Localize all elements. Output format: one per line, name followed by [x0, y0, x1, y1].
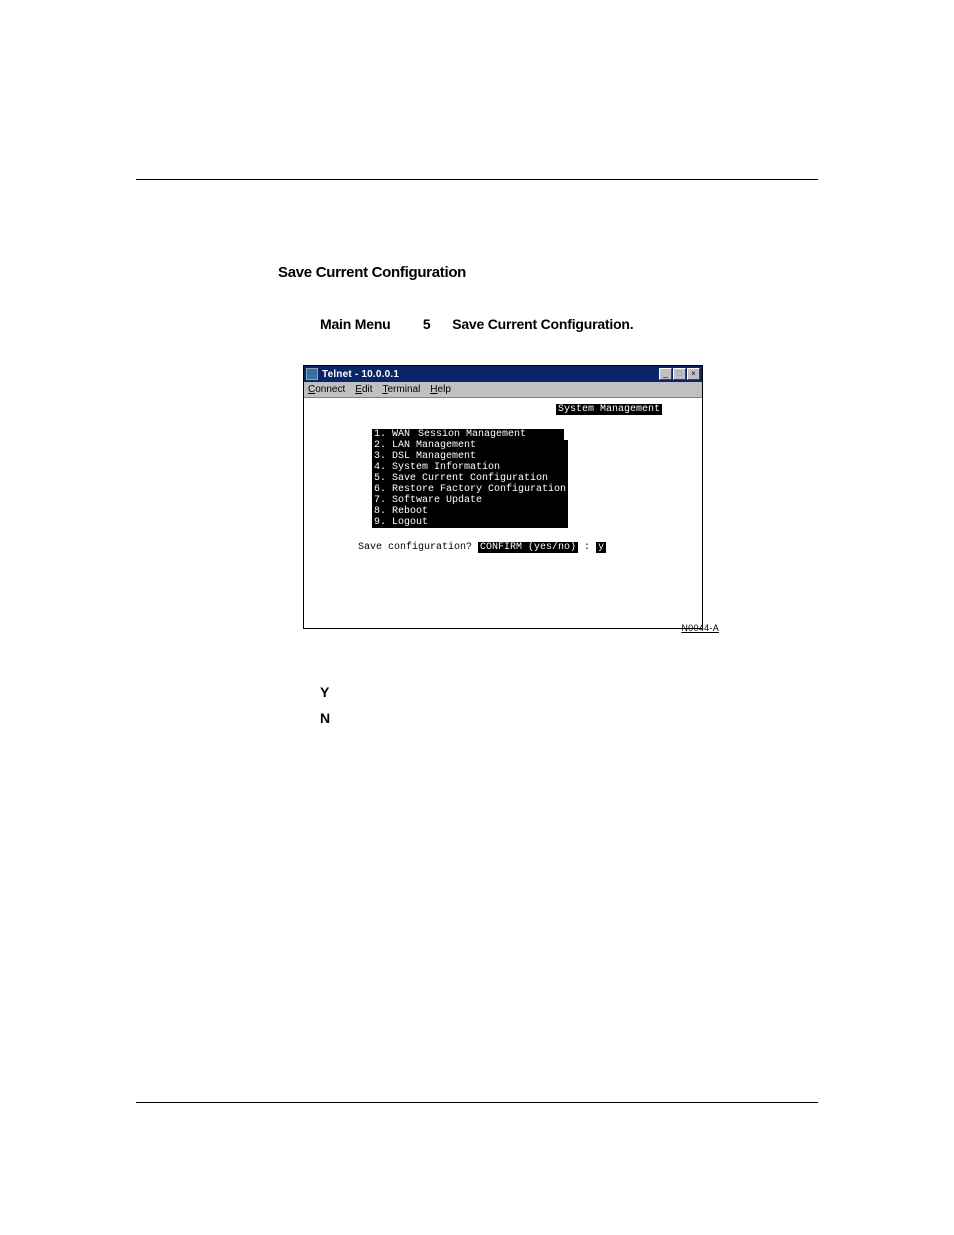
minimize-button[interactable]: _ — [659, 368, 672, 380]
key-yes: Y — [320, 684, 329, 700]
terminal-input-cursor[interactable]: y — [596, 542, 606, 553]
section-heading: Save Current Configuration — [278, 264, 466, 281]
menu-help[interactable]: Help — [430, 384, 451, 395]
key-no: N — [320, 710, 330, 726]
menubar: Connect Edit Terminal Help — [304, 382, 702, 398]
window-titlebar: Telnet - 10.0.0.1 _ □ × — [304, 366, 702, 382]
menu-edit[interactable]: Edit — [355, 384, 372, 395]
bottom-horizontal-rule — [136, 1102, 818, 1103]
menu-path-label: Save Current Configuration. — [452, 316, 633, 332]
menu-path-line: Main Menu 5 Save Current Configuration. — [320, 316, 633, 334]
telnet-figure: Telnet - 10.0.0.1 _ □ × Connect Edit Ter… — [303, 365, 705, 629]
figure-id: N0044-A — [681, 623, 719, 633]
terminal-prompt: Save configuration? CONFIRM (yes/no) : y — [358, 542, 702, 553]
menu-terminal[interactable]: Terminal — [383, 384, 421, 395]
menu-path-main: Main Menu — [320, 316, 391, 332]
telnet-window: Telnet - 10.0.0.1 _ □ × Connect Edit Ter… — [303, 365, 703, 629]
app-icon — [306, 368, 318, 380]
menu-connect[interactable]: Connect — [308, 384, 345, 395]
terminal-area: ........................................… — [304, 398, 702, 628]
response-keys: Y N — [320, 680, 800, 732]
window-buttons: _ □ × — [659, 368, 700, 380]
close-button[interactable]: × — [687, 368, 700, 380]
maximize-button[interactable]: □ — [673, 368, 686, 380]
top-horizontal-rule — [136, 179, 818, 180]
terminal-header: System Management — [556, 404, 662, 415]
window-title: Telnet - 10.0.0.1 — [322, 369, 399, 380]
menu-path-number: 5 — [423, 316, 431, 332]
